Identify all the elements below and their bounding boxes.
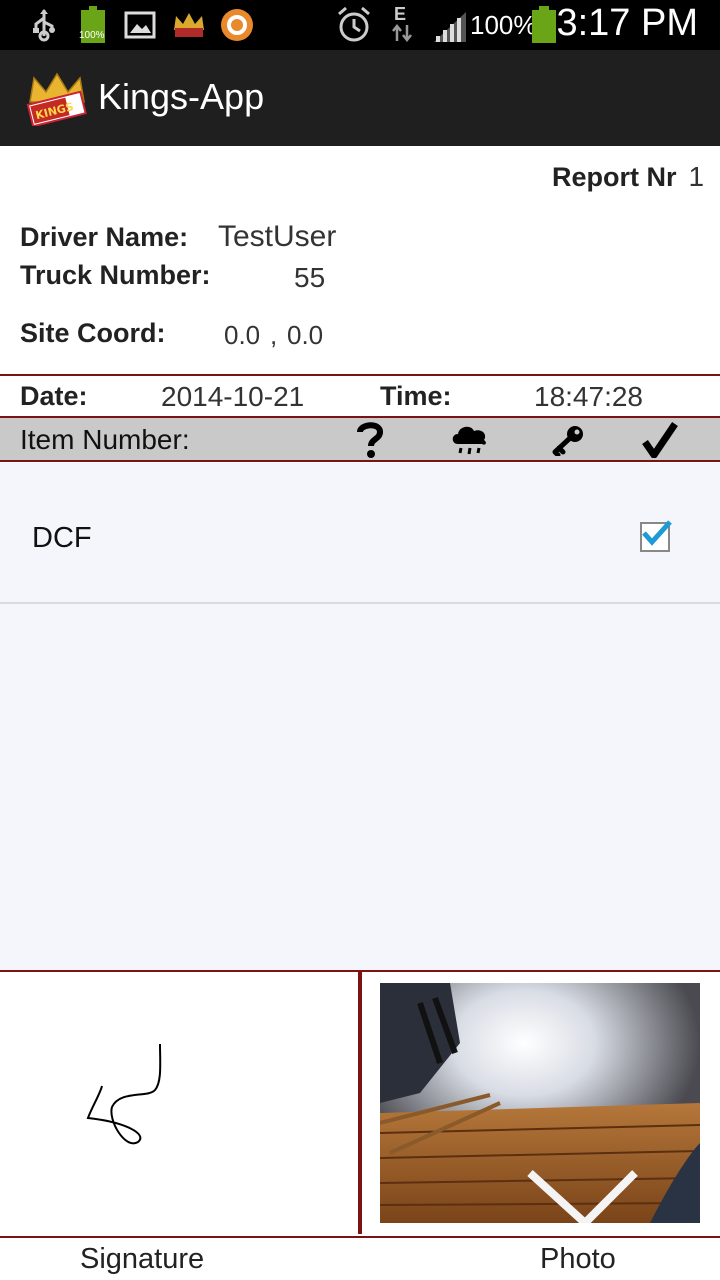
site-lat-value: 0.0 [224,320,261,350]
truck-number-label: Truck Number: [20,260,211,290]
site-lon-value: 0.0 [287,320,324,350]
report-number-value: 1 [688,161,705,192]
date-label: Date: [20,381,88,411]
site-separator: , [270,320,278,350]
report-number-label: Report Nr [552,162,677,192]
photo-thumbnail[interactable] [380,983,700,1223]
item-name: DCF [32,522,92,554]
divider-line [0,1236,720,1238]
data-arrows-icon [392,23,412,46]
key-icon[interactable] [551,424,587,460]
battery-percent: 100% [470,10,537,40]
signature-pad[interactable] [0,972,358,1234]
battery-full-icon [80,6,106,48]
photo-label: Photo [540,1243,616,1275]
rain-cloud-icon[interactable] [450,422,490,462]
site-coord-label: Site Coord: [20,318,166,348]
crown-icon [172,10,206,44]
item-number-label: Item Number: [20,424,190,455]
battery-icon [531,6,557,48]
photo-image [380,983,700,1223]
time-value: 18:47:28 [534,381,643,412]
report-number-row: Report Nr 1 [552,161,704,193]
checkmark-icon[interactable] [642,422,678,462]
alarm-icon [336,6,372,48]
app-title: Kings-App [98,76,265,117]
divider-line [0,460,720,462]
circle-app-icon [220,8,254,46]
network-type-label: E [394,4,407,24]
list-header: Item Number: [0,418,720,460]
status-bar: 100% E 100% 3:17 PM [0,0,720,50]
question-icon[interactable] [356,421,384,463]
date-value: 2014-10-21 [161,381,305,412]
time-label: Time: [380,381,452,411]
divider-line [0,374,720,376]
signal-icon [432,10,468,48]
battery-small-label: 100% [79,30,105,41]
driver-name-label: Driver Name: [20,222,189,252]
action-bar: KINGS Kings-App [0,50,720,146]
usb-icon [30,8,58,46]
app-logo-icon[interactable]: KINGS [26,72,88,130]
panel-divider [358,972,362,1234]
signature-label: Signature [80,1243,205,1275]
truck-number-value: 55 [294,262,326,293]
signature-drawing [86,1043,162,1145]
item-checkbox[interactable] [640,520,672,552]
gallery-icon [124,11,156,43]
driver-name-value: TestUser [218,220,337,253]
list-item[interactable]: DCF [0,472,720,604]
clock-time: 3:17 PM [556,2,698,44]
checkbox-check-icon [642,520,672,546]
